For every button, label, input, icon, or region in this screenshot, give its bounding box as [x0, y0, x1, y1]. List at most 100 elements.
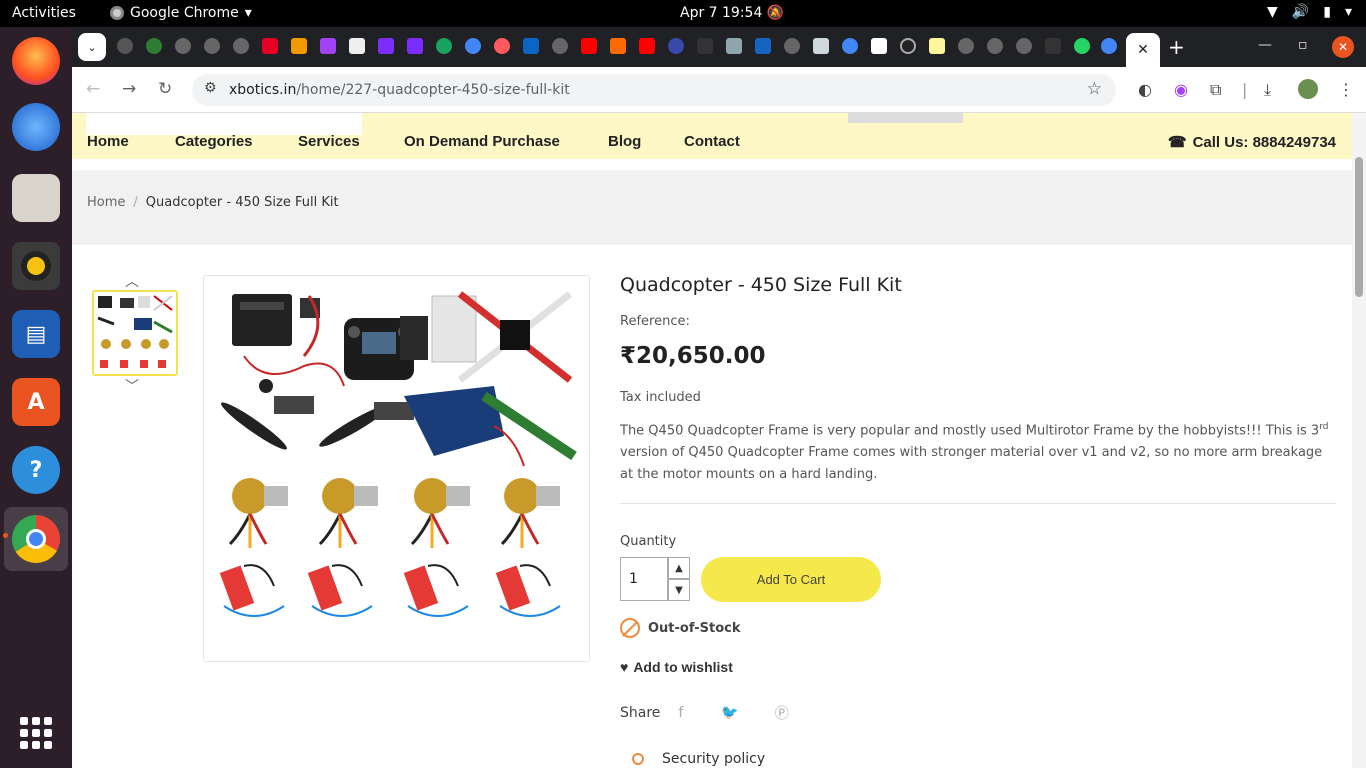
- tab-favicon[interactable]: [610, 38, 626, 54]
- download-icon[interactable]: ⤓: [1264, 80, 1271, 100]
- tab-favicon[interactable]: [233, 38, 249, 54]
- thumb-down-arrow-icon[interactable]: ﹀: [125, 376, 139, 396]
- tab-favicon[interactable]: [175, 38, 191, 54]
- tab-favicon[interactable]: [407, 38, 423, 54]
- nav-home[interactable]: Home: [87, 133, 175, 150]
- rhythmbox-icon[interactable]: [12, 242, 60, 290]
- extension-icon[interactable]: ◐: [1138, 80, 1152, 99]
- tab-favicon[interactable]: [726, 38, 742, 54]
- maximize-button[interactable]: ▫: [1298, 37, 1308, 53]
- product-price: ₹20,650.00: [620, 343, 766, 369]
- tab-favicon[interactable]: [378, 38, 394, 54]
- phone-icon: ☎: [1167, 134, 1187, 151]
- page-scrollbar[interactable]: [1352, 113, 1366, 768]
- tab-favicon[interactable]: [494, 38, 510, 54]
- security-policy: Security policy: [632, 751, 765, 767]
- breadcrumb-bar: Home / Quadcopter - 450 Size Full Kit: [72, 170, 1352, 245]
- tab-favicon[interactable]: [349, 38, 365, 54]
- tab-favicon[interactable]: [146, 38, 162, 54]
- product-description: The Q450 Quadcopter Frame is very popula…: [620, 416, 1336, 486]
- minimize-button[interactable]: —: [1258, 37, 1272, 53]
- tab-favicon[interactable]: [784, 38, 800, 54]
- nav-blog[interactable]: Blog: [608, 133, 684, 150]
- tab-favicon[interactable]: [1016, 38, 1032, 54]
- scrollbar-thumb[interactable]: [1355, 157, 1363, 297]
- chrome-icon[interactable]: [12, 515, 60, 563]
- extension-icon[interactable]: ◉: [1174, 80, 1188, 99]
- tab-favicon[interactable]: [813, 38, 829, 54]
- quantity-label: Quantity: [620, 534, 677, 549]
- chevron-down-icon: ▾: [244, 5, 252, 21]
- nav-contact[interactable]: Contact: [684, 133, 740, 150]
- show-apps-icon[interactable]: [20, 717, 52, 749]
- firefox-icon[interactable]: [12, 37, 60, 85]
- call-us-text: Call Us: 8884249734: [1192, 133, 1336, 151]
- address-bar[interactable]: ⚙ xbotics.in/home/227-quadcopter-450-siz…: [192, 74, 1116, 106]
- facebook-icon[interactable]: f: [678, 705, 683, 721]
- help-icon[interactable]: ?: [12, 446, 60, 494]
- nav-services[interactable]: Services: [298, 133, 404, 150]
- quantity-increment-button[interactable]: ▲: [668, 557, 690, 579]
- tab-favicon[interactable]: [958, 38, 974, 54]
- tab-favicon[interactable]: [117, 38, 133, 54]
- tab-favicon[interactable]: [204, 38, 220, 54]
- nav-categories[interactable]: Categories: [175, 133, 298, 150]
- tab-favicon[interactable]: [900, 38, 916, 54]
- tab-favicon[interactable]: [262, 38, 278, 54]
- header-logo-clip: [86, 113, 362, 135]
- site-info-icon[interactable]: ⚙: [204, 80, 217, 96]
- divider: [620, 503, 1336, 504]
- close-window-button[interactable]: ✕: [1332, 36, 1354, 58]
- heart-icon: ♥: [620, 659, 629, 675]
- extensions-puzzle-icon[interactable]: ⧉: [1210, 80, 1221, 100]
- quantity-decrement-button[interactable]: ▼: [668, 579, 690, 601]
- tab-favicon[interactable]: [320, 38, 336, 54]
- tab-favicon[interactable]: [552, 38, 568, 54]
- stock-status-text: Out-of-Stock: [648, 620, 741, 636]
- tab-favicon[interactable]: [523, 38, 539, 54]
- clock[interactable]: Apr 7 19:54 🔕: [680, 5, 784, 21]
- twitter-icon[interactable]: 🐦: [721, 705, 738, 721]
- add-to-wishlist-button[interactable]: ♥ Add to wishlist: [620, 659, 733, 675]
- product-main-image[interactable]: [203, 275, 590, 662]
- forward-button[interactable]: →: [122, 79, 136, 99]
- call-us[interactable]: ☎ Call Us: 8884249734: [1167, 133, 1336, 152]
- tab-favicon[interactable]: [1045, 38, 1061, 54]
- tab-search-button[interactable]: ⌄: [78, 33, 106, 61]
- tab-favicon[interactable]: [929, 38, 945, 54]
- activities-button[interactable]: Activities: [12, 5, 76, 21]
- tab-favicon[interactable]: [291, 38, 307, 54]
- tab-favicon[interactable]: [1074, 38, 1090, 54]
- nav-on-demand-purchase[interactable]: On Demand Purchase: [404, 133, 608, 150]
- tab-favicon[interactable]: [668, 38, 684, 54]
- writer-icon[interactable]: ▤: [12, 310, 60, 358]
- menu-kebab-icon[interactable]: ⋮: [1338, 80, 1354, 99]
- new-tab-button[interactable]: +: [1168, 35, 1185, 59]
- reload-button[interactable]: ↻: [158, 79, 172, 99]
- tab-favicon[interactable]: [639, 38, 655, 54]
- app-menu[interactable]: Google Chrome ▾: [110, 5, 252, 21]
- product-thumbnail[interactable]: [92, 290, 178, 376]
- back-button[interactable]: ←: [86, 79, 100, 99]
- profile-avatar[interactable]: [1298, 79, 1318, 99]
- thumb-up-arrow-icon[interactable]: ︿: [125, 271, 139, 291]
- files-icon[interactable]: [12, 174, 60, 222]
- tab-favicon[interactable]: [842, 38, 858, 54]
- bookmark-star-icon[interactable]: ☆: [1087, 79, 1102, 99]
- tab-favicon[interactable]: [871, 38, 887, 54]
- tab-favicon[interactable]: [436, 38, 452, 54]
- tab-favicon[interactable]: [987, 38, 1003, 54]
- system-tray[interactable]: ▼ 🔊 ▮ ▾: [1267, 4, 1352, 20]
- tab-favicon[interactable]: [465, 38, 481, 54]
- thunderbird-icon[interactable]: [12, 103, 60, 151]
- app-center-icon[interactable]: A: [12, 378, 60, 426]
- tab-favicon[interactable]: [697, 38, 713, 54]
- add-to-cart-button[interactable]: Add To Cart: [701, 557, 881, 602]
- tab-favicon[interactable]: [581, 38, 597, 54]
- tab-favicon[interactable]: [755, 38, 771, 54]
- pinterest-icon[interactable]: Ⓟ: [775, 703, 789, 723]
- quantity-input[interactable]: 1: [620, 557, 668, 601]
- tab-favicon[interactable]: [1101, 38, 1117, 54]
- active-tab-close-button[interactable]: ✕: [1126, 33, 1160, 67]
- breadcrumb-home[interactable]: Home: [87, 195, 125, 210]
